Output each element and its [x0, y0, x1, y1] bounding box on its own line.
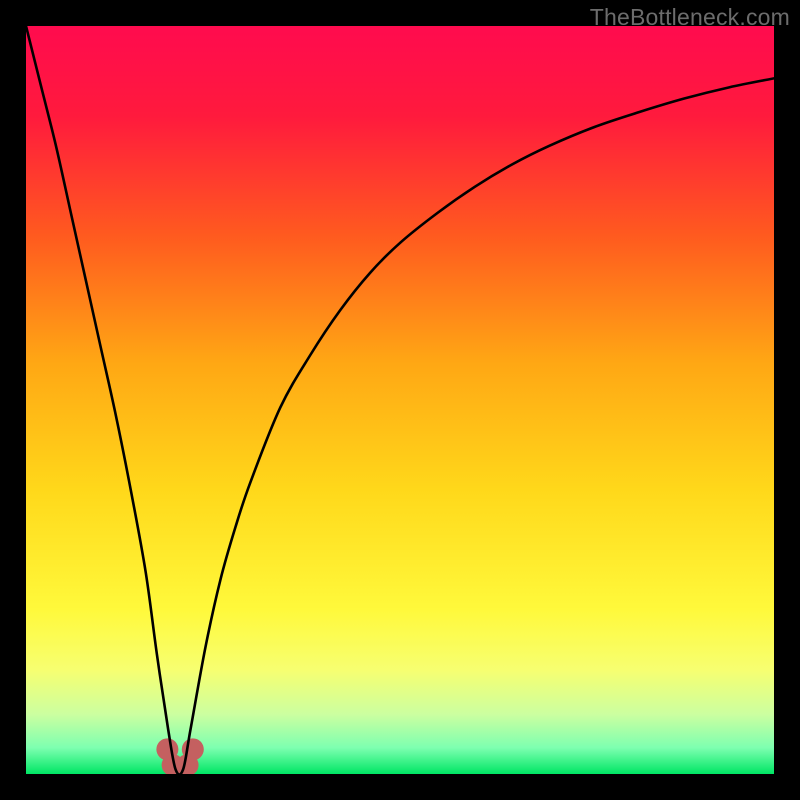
- curve-layer: [26, 26, 774, 774]
- plot-area: [26, 26, 774, 774]
- outer-frame: TheBottleneck.com: [0, 0, 800, 800]
- watermark-text: TheBottleneck.com: [590, 4, 790, 31]
- marker-cluster: [156, 738, 203, 774]
- bottleneck-curve: [26, 26, 774, 774]
